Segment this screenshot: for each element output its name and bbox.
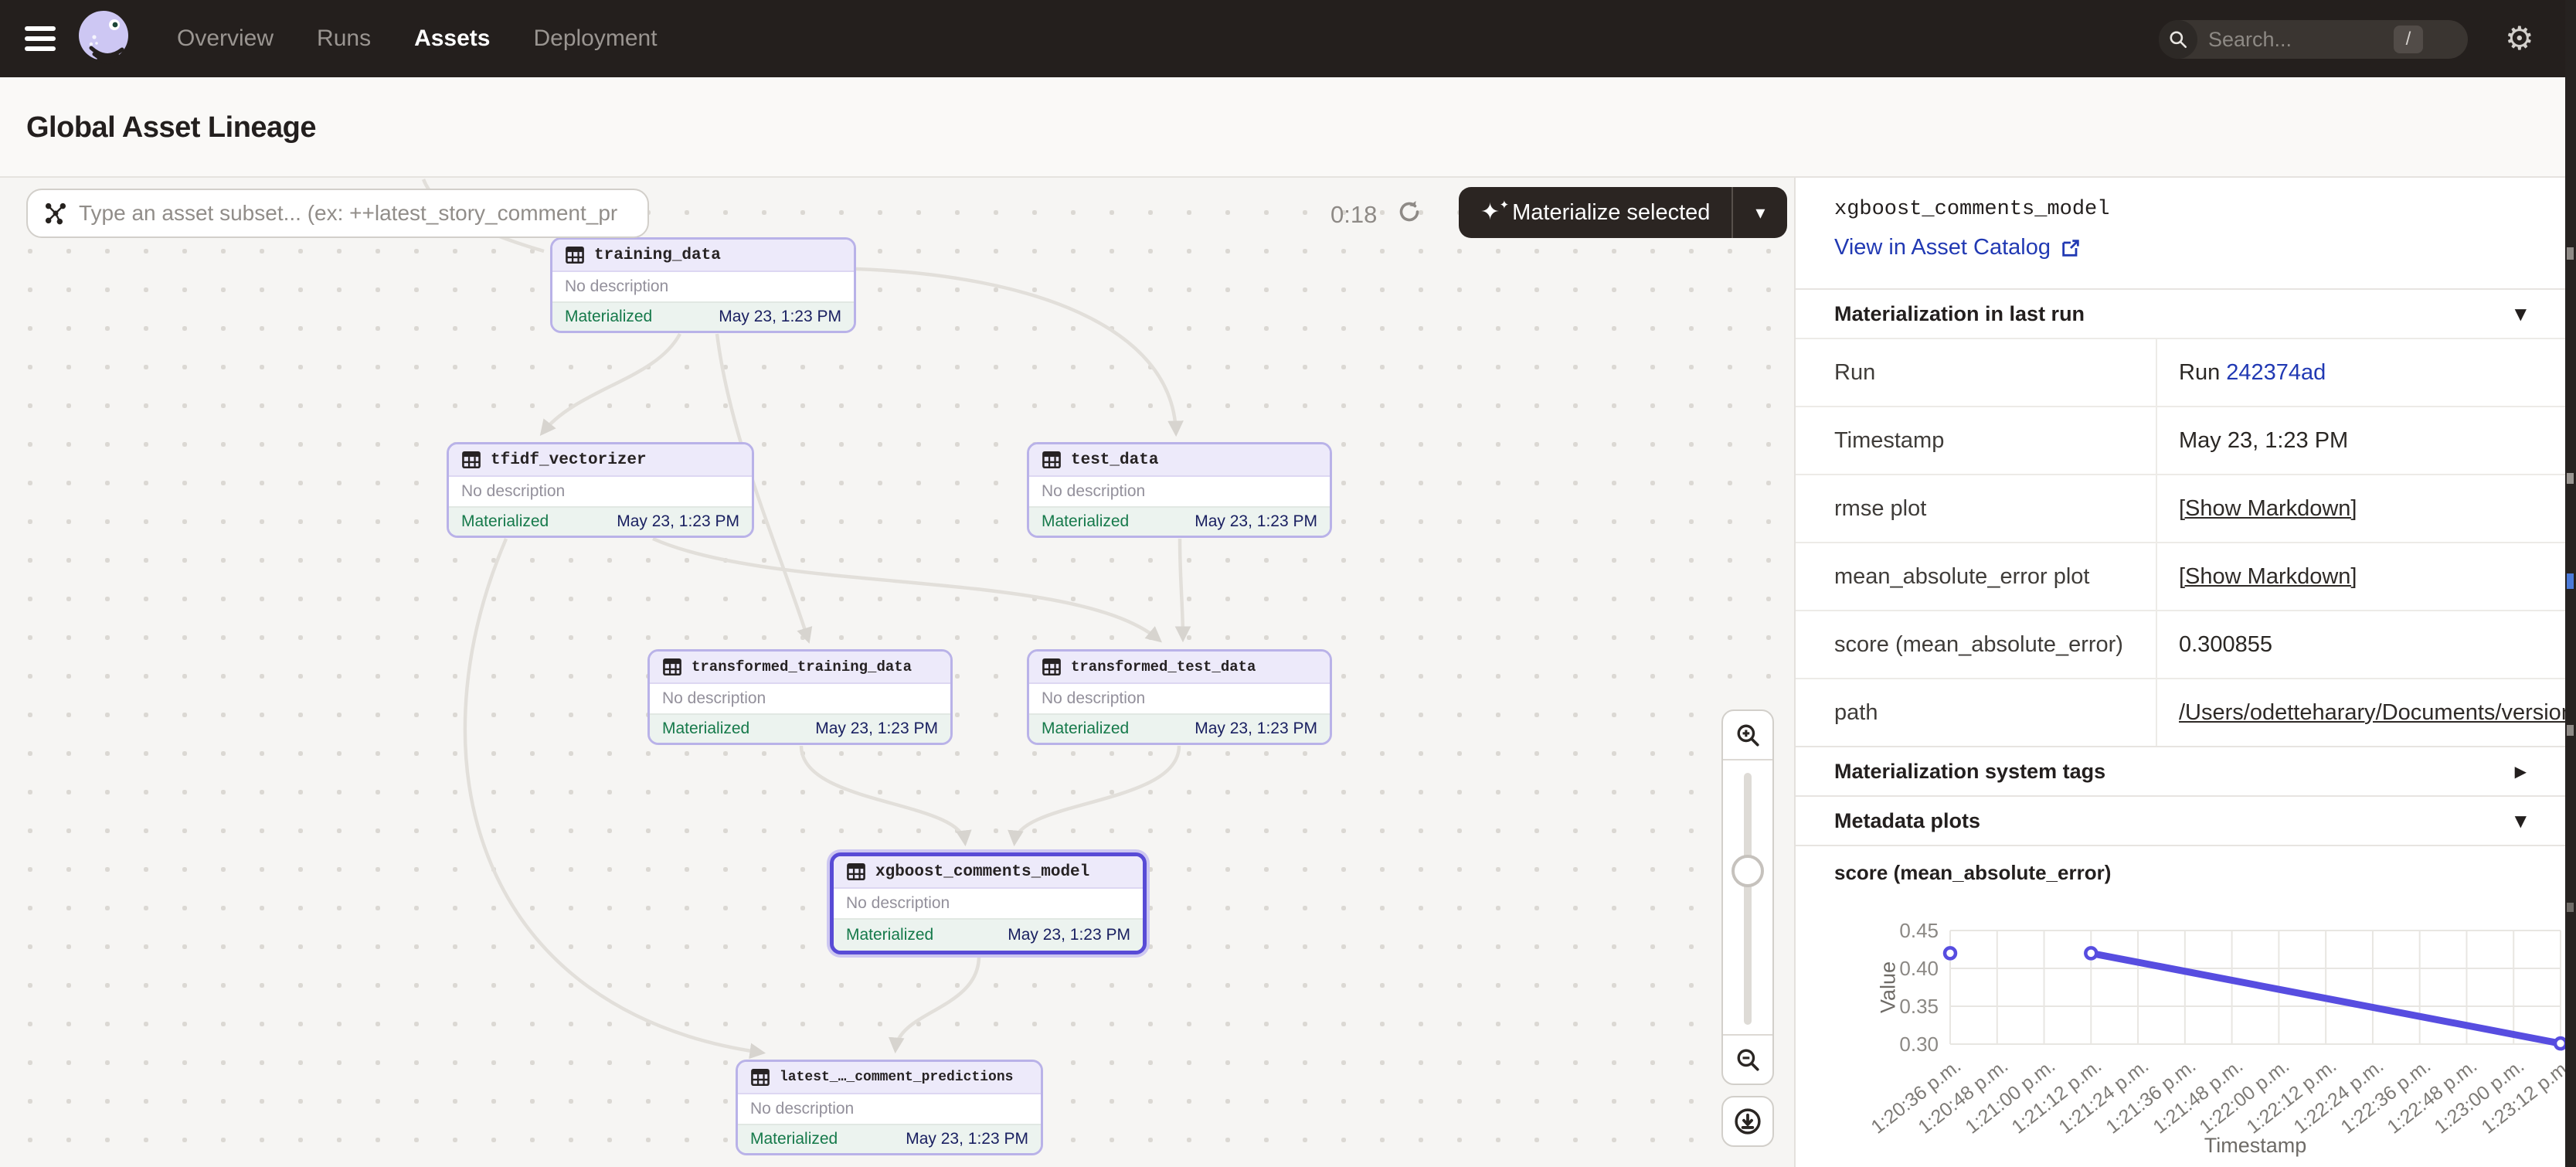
path-link[interactable]: /Users/odetteharary/Documents/version	[2179, 700, 2565, 726]
materialize-dropdown-caret[interactable]: ▾	[1733, 202, 1787, 223]
nav-items: Overview Runs Assets Deployment	[177, 0, 658, 77]
metadata-row-timestamp: Timestamp May 23, 1:23 PM	[1796, 406, 2565, 474]
table-icon	[662, 657, 682, 677]
section-materialization-last-run[interactable]: Materialization in last run ▼	[1796, 288, 2565, 338]
view-in-asset-catalog-link[interactable]: View in Asset Catalog	[1834, 235, 2082, 260]
search-input-container[interactable]: /	[2159, 20, 2468, 59]
status-badge: Materialized	[461, 512, 549, 531]
y-tick-label: 0.45	[1884, 919, 1939, 943]
node-timestamp: May 23, 1:23 PM	[815, 720, 938, 738]
search-input[interactable]	[2208, 28, 2386, 52]
asset-node-training-data[interactable]: training_data No description Materialize…	[550, 237, 856, 333]
search-icon	[2159, 20, 2197, 59]
table-icon	[1042, 657, 1062, 677]
asset-filter-input[interactable]	[79, 201, 620, 226]
top-nav: Overview Runs Assets Deployment / ⚙	[0, 0, 2576, 77]
asset-graph-icon	[43, 201, 68, 226]
node-timestamp: May 23, 1:23 PM	[1008, 926, 1130, 944]
asset-node-test-data[interactable]: test_data No description MaterializedMay…	[1027, 442, 1332, 538]
dagster-logo-icon[interactable]	[71, 6, 136, 75]
page-title: Global Asset Lineage	[26, 111, 316, 145]
node-description: No description	[1029, 477, 1330, 506]
metric-chart: 0.450.400.350.30 1:20:36 p.m.1:20:48 p.m…	[1796, 890, 2565, 1167]
zoom-in-button[interactable]	[1723, 711, 1772, 760]
materialize-selected-button[interactable]: ✦✦ Materialize selected ▾	[1459, 187, 1787, 238]
table-icon	[846, 862, 866, 882]
materialize-label: Materialize selected	[1512, 200, 1710, 226]
asset-node-transformed-test-data[interactable]: transformed_test_data No description Mat…	[1027, 649, 1332, 745]
nav-item-assets[interactable]: Assets	[414, 26, 490, 52]
status-badge: Materialized	[1042, 720, 1129, 738]
page-header: Global Asset Lineage	[0, 77, 2576, 178]
nav-item-deployment[interactable]: Deployment	[533, 26, 657, 52]
status-badge: Materialized	[565, 308, 652, 326]
screen-edge-sliver	[2565, 0, 2576, 1167]
asset-node-tfidf-vectorizer[interactable]: tfidf_vectorizer No description Material…	[447, 442, 754, 538]
section-materialization-system-tags[interactable]: Materialization system tags ▶	[1796, 746, 2565, 795]
panel-title-block: xgboost_comments_model View in Asset Cat…	[1796, 178, 2565, 288]
asset-node-latest-comment-predictions[interactable]: latest_…_comment_predictions No descript…	[736, 1060, 1043, 1155]
asset-details-panel: xgboost_comments_model View in Asset Cat…	[1794, 178, 2565, 1167]
asset-node-xgboost-comments-model[interactable]: xgboost_comments_model No description Ma…	[830, 852, 1147, 954]
dagster-global-asset-lineage: Overview Runs Assets Deployment / ⚙ Glob…	[0, 0, 2576, 1167]
metric-plot-title: score (mean_absolute_error)	[1796, 845, 2565, 890]
chevron-right-icon: ▶	[2515, 762, 2527, 781]
refresh-icon[interactable]	[1395, 198, 1423, 230]
zoom-slider-handle[interactable]	[1731, 855, 1764, 887]
node-description: No description	[1029, 684, 1330, 713]
table-icon	[565, 245, 585, 265]
nav-item-overview[interactable]: Overview	[177, 26, 274, 52]
zoom-in-icon	[1735, 722, 1761, 748]
status-badge: Materialized	[662, 720, 749, 738]
x-axis-label: Timestamp	[1950, 1134, 2561, 1158]
zoom-out-icon	[1735, 1046, 1761, 1073]
node-timestamp: May 23, 1:23 PM	[719, 308, 841, 326]
node-timestamp: May 23, 1:23 PM	[617, 512, 739, 531]
zoom-out-button[interactable]	[1723, 1034, 1772, 1084]
node-description: No description	[449, 477, 752, 506]
y-axis-label: Value	[1877, 941, 1901, 1034]
asset-filter-input-container[interactable]	[26, 189, 649, 238]
refresh-timer: 0:18	[1330, 201, 1377, 229]
asset-lineage-graph[interactable]: 0:18 ✦✦ Materialize selected ▾ training_…	[0, 178, 1794, 1167]
node-description: No description	[650, 684, 950, 713]
node-description: No description	[552, 272, 854, 301]
y-tick-label: 0.30	[1884, 1033, 1939, 1056]
chevron-down-icon: ▼	[2515, 305, 2527, 323]
table-icon	[461, 450, 481, 470]
node-timestamp: May 23, 1:23 PM	[1195, 512, 1317, 531]
run-id-link[interactable]: 242374ad	[2226, 360, 2326, 386]
download-icon	[1733, 1107, 1762, 1136]
panel-asset-name: xgboost_comments_model	[1834, 198, 2527, 221]
metadata-row-mae-plot: mean_absolute_error plot [Show Markdown]	[1796, 542, 2565, 610]
show-markdown-link[interactable]: [Show Markdown]	[2179, 496, 2357, 522]
settings-gear-icon[interactable]: ⚙	[2505, 22, 2534, 56]
status-badge: Materialized	[1042, 512, 1129, 531]
node-timestamp: May 23, 1:23 PM	[906, 1130, 1028, 1148]
search-shortcut-key: /	[2394, 26, 2423, 53]
zoom-controls	[1721, 709, 1774, 1085]
metadata-row-path: path /Users/odetteharary/Documents/versi…	[1796, 678, 2565, 746]
nav-item-runs[interactable]: Runs	[317, 26, 371, 52]
metadata-row-run: Run Run 242374ad	[1796, 338, 2565, 406]
external-link-icon	[2060, 237, 2082, 259]
node-description: No description	[834, 889, 1143, 918]
metadata-row-rmse-plot: rmse plot [Show Markdown]	[1796, 474, 2565, 542]
asset-node-transformed-training-data[interactable]: transformed_training_data No description…	[647, 649, 953, 745]
section-metadata-plots[interactable]: Metadata plots ▼	[1796, 795, 2565, 845]
status-badge: Materialized	[750, 1130, 838, 1148]
node-description: No description	[738, 1094, 1041, 1124]
metadata-row-score: score (mean_absolute_error) 0.300855	[1796, 610, 2565, 678]
zoom-slider-track[interactable]	[1744, 773, 1752, 1025]
node-timestamp: May 23, 1:23 PM	[1195, 720, 1317, 738]
table-icon	[750, 1067, 770, 1087]
chevron-down-icon: ▼	[2515, 811, 2527, 830]
sparkle-icon: ✦✦	[1480, 201, 1500, 224]
show-markdown-link[interactable]: [Show Markdown]	[2179, 564, 2357, 590]
hamburger-menu-icon[interactable]	[25, 26, 56, 51]
table-icon	[1042, 450, 1062, 470]
status-badge: Materialized	[846, 926, 933, 944]
download-graph-button[interactable]	[1721, 1096, 1774, 1147]
